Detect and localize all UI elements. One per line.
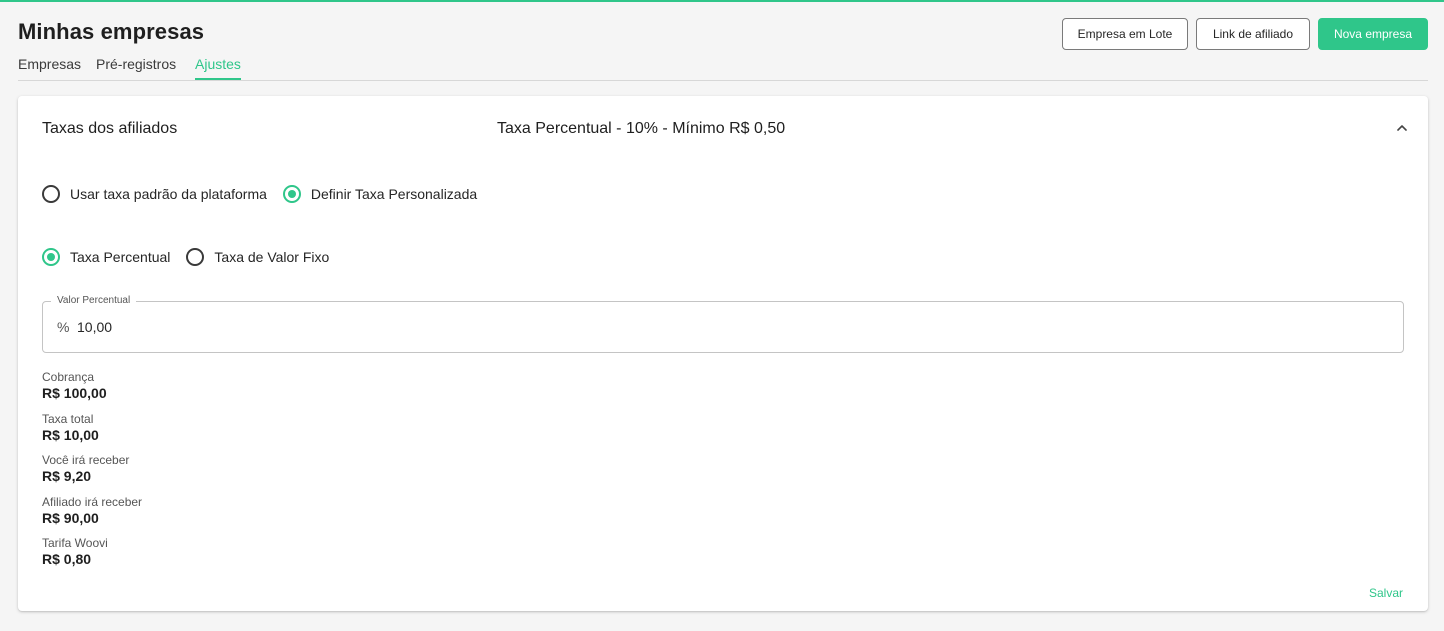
breakdown-label: Você irá receber bbox=[42, 453, 130, 467]
fee-mode-group: Usar taxa padrão da plataforma Definir T… bbox=[42, 185, 493, 203]
breakdown-value: R$ 0,80 bbox=[42, 551, 92, 567]
breakdown-you-receive: Você irá receber R$ 9,20 bbox=[42, 453, 142, 495]
save-button[interactable]: Salvar bbox=[1369, 586, 1403, 600]
radio-label: Taxa Percentual bbox=[70, 249, 171, 265]
affiliate-link-button[interactable]: Link de afiliado bbox=[1196, 18, 1310, 50]
percent-prefix: % bbox=[57, 319, 70, 335]
tab-bar: Empresas Pré-registros Ajustes bbox=[18, 56, 1428, 81]
tab-pre-registros[interactable]: Pré-registros bbox=[96, 56, 176, 79]
radio-percent-fee[interactable]: Taxa Percentual bbox=[42, 248, 170, 266]
radio-label: Definir Taxa Personalizada bbox=[310, 186, 478, 202]
affiliate-fees-card: Taxas dos afiliados Taxa Percentual - 10… bbox=[18, 96, 1428, 611]
card-heading: Taxas dos afiliados bbox=[42, 120, 178, 137]
radio-label: Usar taxa padrão da plataforma bbox=[70, 186, 267, 202]
fee-breakdown: Cobrança R$ 100,00 Taxa total R$ 10,00 V… bbox=[42, 370, 142, 578]
radio-label: Taxa de Valor Fixo bbox=[214, 249, 330, 265]
radio-checked-icon bbox=[282, 185, 301, 203]
breakdown-value: R$ 10,00 bbox=[42, 426, 99, 443]
top-accent-line bbox=[0, 0, 1444, 2]
breakdown-total-fee: Taxa total R$ 10,00 bbox=[42, 412, 142, 454]
page-title: Minhas empresas bbox=[18, 19, 205, 44]
breakdown-label: Tarifa Woovi bbox=[42, 536, 108, 550]
radio-platform-default[interactable]: Usar taxa padrão da plataforma bbox=[42, 185, 267, 203]
breakdown-label: Cobrança bbox=[42, 370, 95, 384]
new-company-button[interactable]: Nova empresa bbox=[1318, 18, 1428, 50]
tab-ajustes[interactable]: Ajustes bbox=[195, 56, 241, 80]
batch-company-button[interactable]: Empresa em Lote bbox=[1062, 18, 1188, 50]
breakdown-value: R$ 9,20 bbox=[42, 468, 92, 484]
radio-custom-fee[interactable]: Definir Taxa Personalizada bbox=[282, 185, 478, 203]
radio-fixed-fee[interactable]: Taxa de Valor Fixo bbox=[186, 248, 329, 266]
breakdown-affiliate-receives: Afiliado irá receber R$ 90,00 bbox=[42, 495, 142, 537]
fee-type-group: Taxa Percentual Taxa de Valor Fixo bbox=[42, 248, 345, 266]
radio-circle-icon bbox=[42, 185, 60, 203]
breakdown-woovi-fee: Tarifa Woovi R$ 0,80 bbox=[42, 536, 142, 578]
radio-checked-icon bbox=[42, 248, 60, 266]
radio-circle-icon bbox=[186, 248, 205, 266]
tab-empresas[interactable]: Empresas bbox=[18, 56, 81, 79]
breakdown-value: R$ 90,00 bbox=[42, 509, 99, 526]
chevron-up-icon[interactable] bbox=[1392, 118, 1412, 138]
field-label: Valor Percentual bbox=[51, 295, 137, 307]
breakdown-value: R$ 100,00 bbox=[42, 385, 107, 401]
fee-summary: Taxa Percentual - 10% - Mínimo R$ 0,50 bbox=[497, 120, 786, 137]
breakdown-label: Taxa total bbox=[42, 411, 94, 426]
percent-value-input[interactable] bbox=[77, 316, 1377, 338]
breakdown-charge: Cobrança R$ 100,00 bbox=[42, 370, 142, 412]
percent-value-field[interactable]: Valor Percentual % bbox=[42, 295, 1404, 353]
breakdown-label: Afiliado irá receber bbox=[42, 494, 143, 509]
